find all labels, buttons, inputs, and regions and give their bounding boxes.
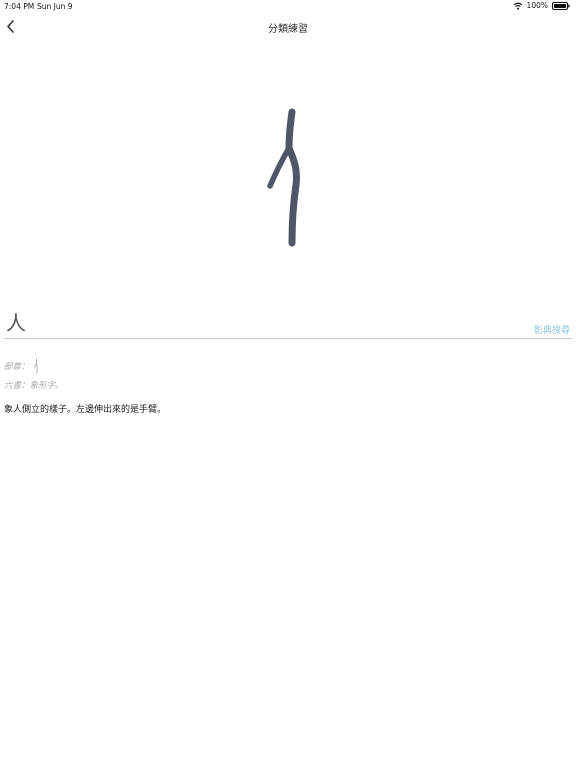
ancient-ren-character	[267, 108, 300, 247]
ancient-character-glyph	[188, 90, 388, 270]
character-display: 人	[6, 311, 26, 335]
page-title: 分類練習	[268, 24, 308, 35]
character-row: 人 影典搜尋	[4, 310, 572, 339]
status-date: Sun Jun 9	[37, 2, 73, 11]
dictionary-search-link[interactable]: 影典搜尋	[534, 323, 570, 336]
status-indicators: 100%	[513, 1, 570, 10]
six-writings-info: 六書：象形字。	[4, 379, 64, 391]
character-description: 象人側立的樣子。左邊伸出來的是手臂。	[4, 405, 167, 415]
wifi-icon	[513, 2, 523, 10]
navigation-bar: 分類練習	[0, 14, 576, 38]
status-time: 7:04 PM	[4, 2, 35, 11]
six-writings-label: 六書：	[4, 381, 30, 391]
six-writings-value: 象形字。	[29, 381, 64, 391]
radical-info: 部首：	[4, 358, 40, 374]
radical-label: 部首：	[4, 362, 30, 372]
status-bar: 7:04 PM Sun Jun 9 100%	[0, 0, 576, 12]
battery-percent: 100%	[526, 1, 548, 10]
battery-full-icon	[552, 1, 570, 10]
radical-glyph-icon	[32, 358, 40, 374]
